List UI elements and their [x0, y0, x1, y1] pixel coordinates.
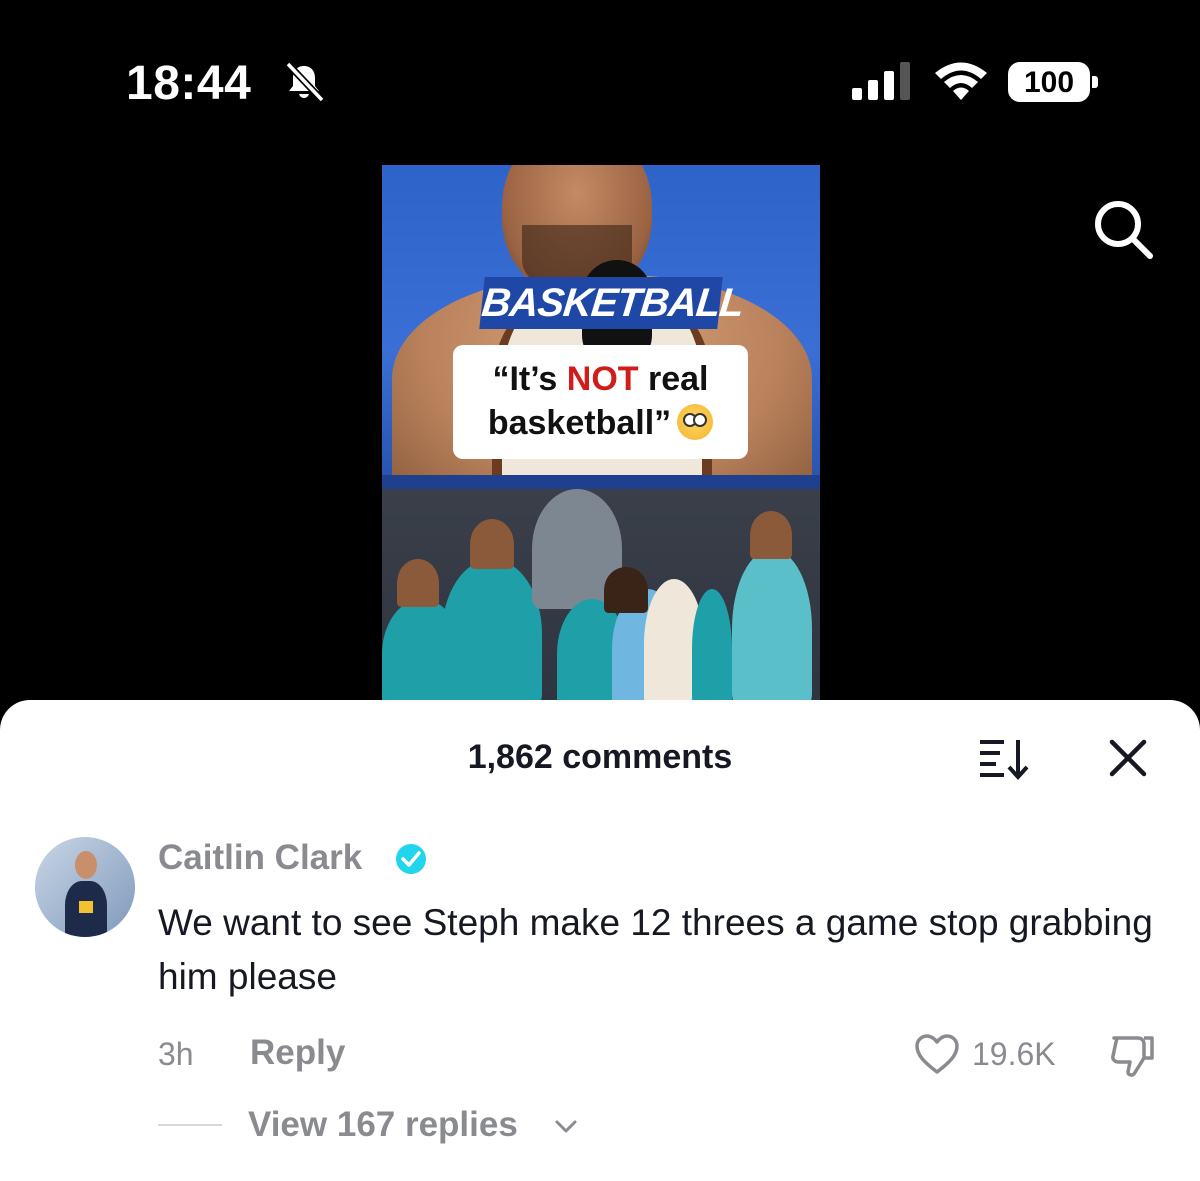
flushed-face-emoji-icon: [677, 404, 714, 440]
reply-button[interactable]: Reply: [250, 1033, 345, 1073]
bench-player: [692, 589, 732, 700]
status-bar: 18:44 100: [0, 0, 1200, 120]
video-thumbnail[interactable]: BASKETBALL “It’s NOT real basketball”: [382, 165, 820, 700]
sort-icon[interactable]: [978, 736, 1034, 780]
bench-player-head: [397, 559, 439, 607]
bench-player-head: [470, 519, 514, 569]
bench-player: [732, 549, 812, 700]
video-divider: [382, 475, 820, 489]
battery-level: 100: [1023, 66, 1075, 99]
comment-username[interactable]: Caitlin Clark: [158, 838, 362, 878]
wifi-icon: [935, 62, 987, 100]
bell-muted-icon: [285, 61, 325, 103]
quote-line-2-text: basketball”: [487, 404, 672, 442]
close-icon[interactable]: [1106, 736, 1150, 780]
like-count: 19.6K: [972, 1036, 1056, 1072]
quote-line-1: “It’s NOT real: [467, 357, 734, 401]
bench-player-head: [750, 511, 792, 559]
quote-line-2: basketball”: [467, 401, 734, 445]
comment-text: We want to see Steph make 12 threes a ga…: [158, 902, 1153, 997]
video-top-frame: BASKETBALL “It’s NOT real basketball”: [382, 165, 820, 595]
video-quote-box: “It’s NOT real basketball”: [453, 345, 748, 459]
chevron-down-icon[interactable]: [554, 1116, 578, 1136]
avatar[interactable]: [35, 837, 135, 937]
search-icon[interactable]: [1090, 196, 1156, 262]
dislike-icon[interactable]: [1108, 1032, 1158, 1080]
verified-icon: [396, 844, 426, 874]
comment-timestamp: 3h: [158, 1036, 194, 1072]
status-time: 18:44: [126, 57, 252, 110]
video-bottom-frame: [382, 489, 820, 700]
comments-sheet: 1,862 comments Caitlin Clark We want to …: [0, 700, 1200, 1181]
heart-icon[interactable]: [914, 1032, 960, 1076]
bench-player: [442, 559, 542, 700]
avatar-jersey-stripe: [79, 901, 93, 913]
quote-part-2: real: [638, 360, 709, 398]
quote-part-1: “It’s: [492, 360, 567, 398]
avatar-figure-head: [75, 851, 97, 879]
video-brand-label: BASKETBALL: [479, 277, 745, 329]
battery-tip: [1092, 76, 1098, 88]
signal-icon: [852, 62, 910, 100]
battery-icon: 100: [1008, 62, 1098, 102]
court-player-head: [604, 567, 648, 613]
replies-divider-line: [158, 1124, 222, 1126]
view-replies-button[interactable]: View 167 replies: [248, 1105, 518, 1145]
quote-highlight: NOT: [566, 360, 639, 398]
